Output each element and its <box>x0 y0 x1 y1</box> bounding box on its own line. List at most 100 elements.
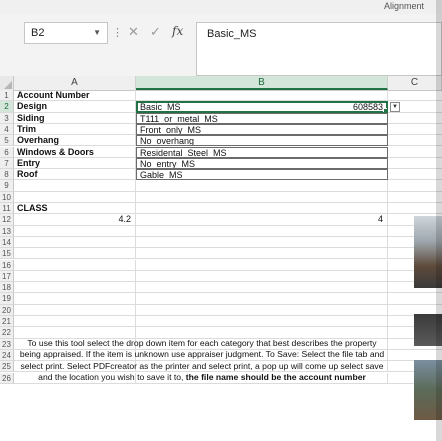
row-header[interactable]: 18 <box>0 282 14 294</box>
column-header-a[interactable]: A <box>14 76 136 90</box>
instructions-note: To use this tool select the drop down it… <box>16 338 388 384</box>
cell-a[interactable] <box>14 327 136 339</box>
table-row: 16 <box>0 259 442 271</box>
formula-actions: ✕ ✓ fx <box>120 22 196 44</box>
cell-a[interactable] <box>14 282 136 294</box>
cell-a[interactable]: Windows & Doors <box>14 146 136 158</box>
cell-b[interactable] <box>136 327 388 339</box>
cell-b[interactable] <box>136 316 388 328</box>
cell-a[interactable]: CLASS <box>14 203 136 215</box>
row-header[interactable]: 15 <box>0 248 14 260</box>
cell-c[interactable] <box>388 192 442 203</box>
cell-c[interactable] <box>388 293 442 305</box>
row-header[interactable]: 11 <box>0 203 14 215</box>
cell-a[interactable]: Roof <box>14 169 136 181</box>
row-header[interactable]: 3 <box>0 112 14 124</box>
cell-c[interactable] <box>388 158 442 170</box>
cell-a[interactable] <box>14 180 136 192</box>
cell-b[interactable] <box>136 293 388 305</box>
row-header[interactable]: 12 <box>0 214 14 226</box>
select-all-button[interactable] <box>0 76 14 90</box>
cell-b[interactable] <box>136 270 388 283</box>
row-header[interactable]: 13 <box>0 225 14 237</box>
cell-a[interactable]: Overhang <box>14 135 136 147</box>
row-header[interactable]: 23 <box>0 338 14 350</box>
cell-b[interactable] <box>136 259 388 271</box>
row-header[interactable]: 14 <box>0 236 14 249</box>
row-header[interactable]: 26 <box>0 372 14 384</box>
cell-b[interactable]: No_overhang <box>136 135 388 147</box>
cell-b[interactable] <box>136 282 388 294</box>
table-row: 3 Siding T111_or_metal_MS <box>0 112 442 124</box>
cell-a[interactable] <box>14 304 136 316</box>
row-header[interactable]: 25 <box>0 361 14 373</box>
row-header[interactable]: 19 <box>0 293 14 305</box>
row-header[interactable]: 21 <box>0 316 14 328</box>
row-header[interactable]: 22 <box>0 327 14 339</box>
cell-b[interactable] <box>136 180 388 192</box>
row-header[interactable]: 17 <box>0 270 14 283</box>
cell-a[interactable]: Siding <box>14 112 136 124</box>
cell-a[interactable]: Entry <box>14 157 136 170</box>
row-header[interactable]: 8 <box>0 169 14 181</box>
column-header-c[interactable]: C <box>388 76 442 90</box>
cell-a[interactable]: Trim <box>14 123 136 136</box>
row-header[interactable]: 5 <box>0 135 14 147</box>
ribbon-group-alignment[interactable]: Alignment <box>384 1 424 11</box>
cell-b[interactable] <box>136 304 388 316</box>
row-header[interactable]: 4 <box>0 123 14 136</box>
cell-c[interactable] <box>388 135 442 147</box>
cell-a[interactable]: Account Number <box>14 90 136 102</box>
table-row: 15 <box>0 248 442 260</box>
cell-c[interactable] <box>388 147 442 158</box>
dropdown-arrow-icon[interactable]: ▼ <box>390 102 400 113</box>
name-box[interactable]: B2 ▼ <box>24 22 108 44</box>
row-header[interactable]: 1 <box>0 90 14 102</box>
cell-a[interactable] <box>14 225 136 237</box>
row-header[interactable]: 6 <box>0 146 14 158</box>
insert-function-icon[interactable]: fx <box>172 24 183 38</box>
cell-b[interactable]: No_entry_MS <box>136 157 388 170</box>
cell-c[interactable] <box>388 113 442 124</box>
cancel-icon[interactable]: ✕ <box>128 24 139 40</box>
row-header[interactable]: 20 <box>0 304 14 316</box>
cell-b[interactable]: Residental_Steel_MS <box>136 146 388 158</box>
formula-input[interactable]: Basic_MS <box>196 22 442 76</box>
cell-a[interactable] <box>14 270 136 283</box>
cell-a[interactable] <box>14 259 136 271</box>
cell-a[interactable] <box>14 236 136 249</box>
table-row: 22 <box>0 327 442 339</box>
cell-a[interactable]: Design <box>14 101 136 113</box>
cell-b[interactable]: 4 <box>136 214 388 226</box>
cell-b[interactable]: Basic_MS 608583 <box>136 101 388 113</box>
cell-a[interactable]: 4.2 <box>14 214 136 226</box>
cell-c[interactable] <box>388 203 442 215</box>
row-header[interactable]: 16 <box>0 259 14 271</box>
cell-b[interactable] <box>136 236 388 249</box>
cell-b[interactable]: Gable_MS <box>136 169 388 181</box>
cell-b[interactable]: T111_or_metal_MS <box>136 112 388 124</box>
chevron-down-icon[interactable]: ▼ <box>93 28 101 37</box>
cell-b[interactable]: Front_only_MS <box>136 123 388 136</box>
table-row: 11 CLASS <box>0 203 442 215</box>
row-header[interactable]: 2 <box>0 101 14 113</box>
cell-a[interactable] <box>14 191 136 203</box>
confirm-icon[interactable]: ✓ <box>150 24 161 40</box>
cell-b[interactable] <box>136 191 388 203</box>
column-header-b[interactable]: B <box>136 76 388 90</box>
cell-c[interactable] <box>388 180 442 192</box>
cell-a[interactable] <box>14 248 136 260</box>
cell-b[interactable] <box>136 248 388 260</box>
cell-a[interactable] <box>14 293 136 305</box>
row-header[interactable]: 24 <box>0 349 14 362</box>
cell-c[interactable] <box>388 124 442 136</box>
cell-b[interactable] <box>136 90 388 102</box>
row-header[interactable]: 10 <box>0 191 14 203</box>
cell-c[interactable] <box>388 90 442 102</box>
cell-c[interactable] <box>388 169 442 181</box>
cell-a[interactable] <box>14 316 136 328</box>
row-header[interactable]: 9 <box>0 180 14 192</box>
cell-b[interactable] <box>136 225 388 237</box>
cell-b[interactable] <box>136 203 388 215</box>
row-header[interactable]: 7 <box>0 157 14 170</box>
